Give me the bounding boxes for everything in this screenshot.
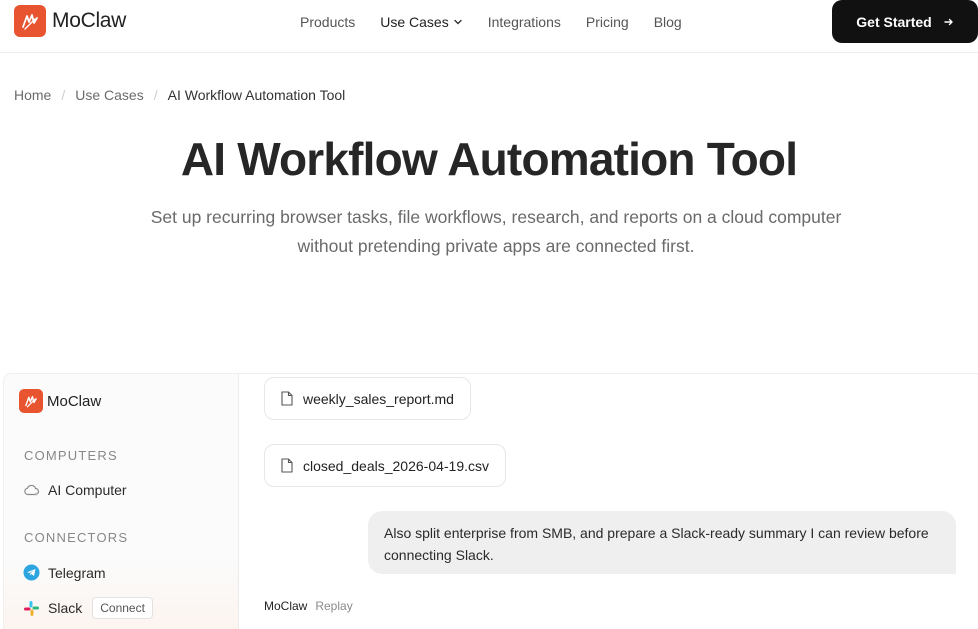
chat-panel: weekly_sales_report.md closed_deals_2026… [240,374,978,629]
get-started-button[interactable]: Get Started [832,0,978,43]
sidebar-item-ai-computer[interactable]: AI Computer [23,482,127,498]
reply-sender: MoClaw [264,599,308,613]
sidebar-item-label: Telegram [48,564,106,581]
arrow-right-icon [944,18,953,25]
sidebar-item-label: AI Computer [48,482,127,498]
breadcrumb-separator: / [61,87,66,103]
file-attachment[interactable]: weekly_sales_report.md [264,377,471,420]
get-started-label: Get Started [856,13,932,30]
breadcrumb: Home / Use Cases / AI Workflow Automatio… [14,87,345,103]
nav-integrations[interactable]: Integrations [488,12,561,32]
nav-products[interactable]: Products [300,12,355,32]
app-sidebar: MoClaw COMPUTERS AI Computer CONNECTORS … [4,374,239,629]
moclaw-logo-icon [19,389,43,413]
user-message-bubble: Also split enterprise from SMB, and prep… [368,511,956,574]
file-attachment[interactable]: closed_deals_2026-04-19.csv [264,444,507,487]
slack-connect-button[interactable]: Connect [92,597,153,619]
file-icon [281,458,293,473]
breadcrumb-current: AI Workflow Automation Tool [167,87,346,103]
nav-use-cases[interactable]: Use Cases [380,12,462,32]
page-subtitle: Set up recurring browser tasks, file wor… [150,207,842,256]
site-header: MoClaw Products Use Cases Integrations P… [0,0,978,53]
nav-blog[interactable]: Blog [654,12,682,32]
file-name: weekly_sales_report.md [303,390,454,407]
breadcrumb-separator: / [153,87,158,103]
reply-meta: MoClaw Replay [264,599,353,613]
cloud-icon [24,484,40,496]
breadcrumb-home[interactable]: Home [14,87,51,103]
sidebar-item-telegram[interactable]: Telegram [23,564,106,581]
app-preview: MoClaw COMPUTERS AI Computer CONNECTORS … [3,373,978,629]
app-brand-name: MoClaw [47,392,102,410]
section-label-computers: COMPUTERS [24,448,118,463]
file-name: closed_deals_2026-04-19.csv [303,457,490,474]
slack-icon [24,600,39,616]
nav-use-cases-label: Use Cases [380,14,449,30]
breadcrumb-use-cases[interactable]: Use Cases [75,87,143,103]
moclaw-logo-icon [14,5,46,37]
chevron-down-icon [454,19,462,25]
nav-pricing[interactable]: Pricing [586,12,629,32]
brand-logo-link[interactable]: MoClaw [14,5,126,37]
sidebar-item-label: Slack [48,600,83,616]
telegram-icon [23,564,40,581]
main-nav: Products Use Cases Integrations Pricing … [300,12,707,32]
brand-name: MoClaw [52,9,127,32]
page-title: AI Workflow Automation Tool [180,133,798,185]
app-brand: MoClaw [19,389,101,413]
section-label-connectors: CONNECTORS [24,530,129,545]
file-icon [281,391,293,406]
replay-link[interactable]: Replay [315,599,352,613]
sidebar-item-slack[interactable]: Slack Connect [23,597,153,619]
